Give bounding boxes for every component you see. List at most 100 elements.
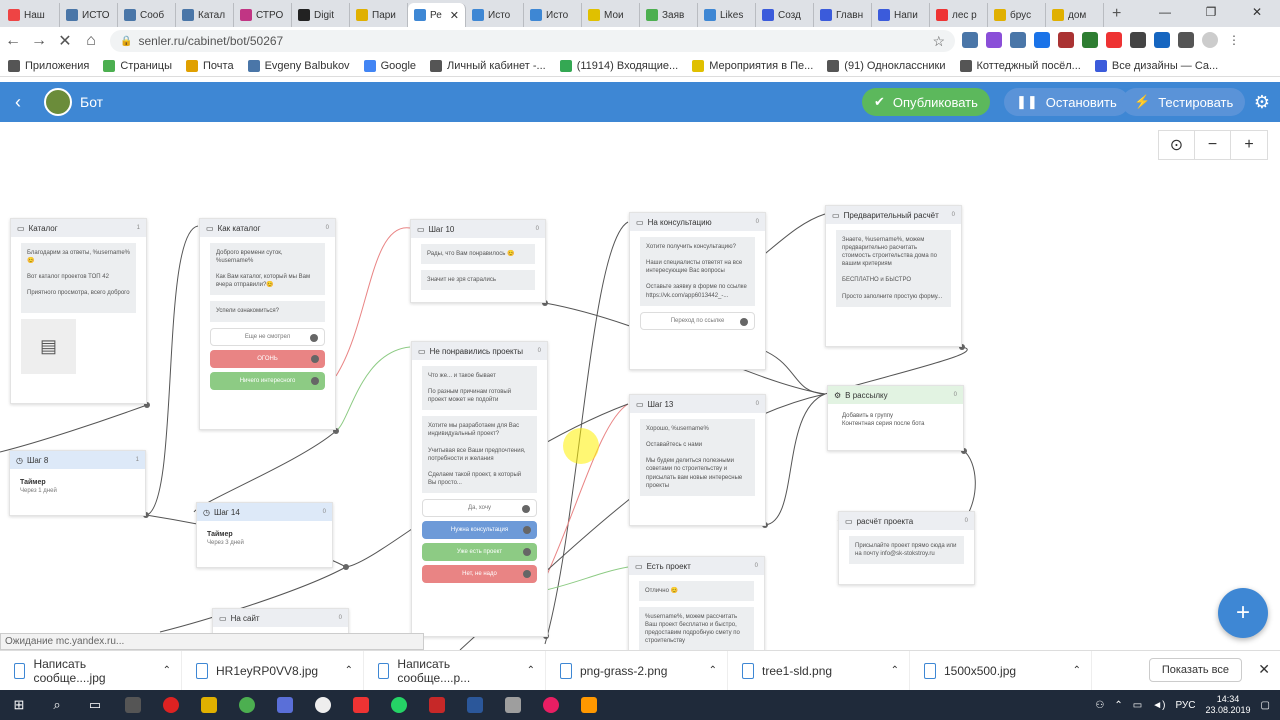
- browser-tab[interactable]: ИСТО: [60, 3, 118, 27]
- language-indicator[interactable]: РУС: [1175, 700, 1195, 711]
- bookmark-item[interactable]: Почта: [186, 59, 234, 72]
- browser-tab[interactable]: Напи: [872, 3, 930, 27]
- back-arrow-icon[interactable]: ‹: [0, 92, 36, 113]
- browser-tab[interactable]: Digit: [292, 3, 350, 27]
- chrome-icon[interactable]: [228, 690, 266, 720]
- download-item[interactable]: png-grass-2.png ⌃: [546, 650, 728, 691]
- clock[interactable]: 14:34 23.08.2019: [1206, 694, 1251, 716]
- bookmark-item[interactable]: Приложения: [8, 59, 89, 72]
- connector-dot[interactable]: [740, 317, 748, 326]
- stop-button[interactable]: ❚❚ Остановить: [1004, 88, 1129, 116]
- browser-tab[interactable]: Созд: [756, 3, 814, 27]
- browser-tab[interactable]: Likes: [698, 3, 756, 27]
- bookmark-item[interactable]: Google: [363, 59, 416, 72]
- node-step-13[interactable]: ▭ Шаг 13 0 Хорошо, %username% Оставайтесь …: [629, 394, 766, 526]
- browser-tab[interactable]: Сооб: [118, 3, 176, 27]
- browser-tab[interactable]: брус: [988, 3, 1046, 27]
- zoom-out-icon[interactable]: −: [1195, 131, 1231, 159]
- chevron-up-icon[interactable]: ⌃: [709, 665, 717, 676]
- people-icon[interactable]: ⚇: [1095, 700, 1104, 711]
- yandex-extension-icon[interactable]: [1106, 32, 1122, 48]
- maximize-icon[interactable]: ❐: [1188, 0, 1234, 24]
- yandex-browser-icon[interactable]: [304, 690, 342, 720]
- yandex-icon[interactable]: [342, 690, 380, 720]
- pin-icon[interactable]: [494, 690, 532, 720]
- center-icon[interactable]: ⊙: [1159, 131, 1195, 159]
- shield-extension-icon[interactable]: [1034, 32, 1050, 48]
- cart-extension-icon[interactable]: [1154, 32, 1170, 48]
- zoom-in-icon[interactable]: +: [1231, 131, 1267, 159]
- browser-tab[interactable]: Главн: [814, 3, 872, 27]
- connector-dot[interactable]: [311, 354, 319, 363]
- download-item[interactable]: 1500x500.jpg ⌃: [910, 650, 1092, 691]
- bookmark-item[interactable]: Мероприятия в Пе...: [692, 59, 813, 72]
- browser-tab[interactable]: Заяв: [640, 3, 698, 27]
- choice-button[interactable]: ОГОНЬ: [210, 349, 325, 368]
- close-downloads-icon[interactable]: ✕: [1258, 661, 1270, 678]
- url-field[interactable]: 🔒 senler.ru/cabinet/bot/50267 ☆: [110, 30, 955, 52]
- node-step-8[interactable]: ◷ Шаг 8 1 Таймер Через 1 дней: [9, 450, 146, 516]
- task-view-icon[interactable]: ▭: [76, 690, 114, 720]
- connector-dot[interactable]: [311, 376, 319, 385]
- browser-tab[interactable]: Исто: [524, 3, 582, 27]
- eye-extension-icon[interactable]: [1130, 32, 1146, 48]
- chevron-up-icon[interactable]: ⌃: [527, 665, 535, 676]
- close-window-icon[interactable]: ✕: [1234, 0, 1280, 24]
- connector-dot[interactable]: [523, 570, 531, 579]
- choice-button[interactable]: Переход по ссылке: [640, 311, 755, 330]
- save-icon[interactable]: [266, 690, 304, 720]
- publish-button[interactable]: ✔ Опубликовать: [862, 88, 990, 116]
- node-mailing[interactable]: ⚙ В рассылку 0 Добавить в группу Контентна…: [827, 385, 964, 451]
- flow-canvas[interactable]: ⊙ − + ▭ Каталог 1 Благодарим за ответы, %u…: [0, 122, 1280, 650]
- browser-tab[interactable]: Мои: [582, 3, 640, 27]
- connector-dot[interactable]: [523, 526, 531, 535]
- notification-icon[interactable]: ▢: [1261, 700, 1270, 711]
- browser-tab[interactable]: Пари: [350, 3, 408, 27]
- choice-button[interactable]: Ничего интересного: [210, 371, 325, 390]
- bookmark-item[interactable]: Страницы: [103, 59, 172, 72]
- chevron-up-icon[interactable]: ⌃: [163, 665, 171, 676]
- download-item[interactable]: tree1-sld.png ⌃: [728, 650, 910, 691]
- search-icon[interactable]: ⌕: [38, 690, 76, 720]
- bookmark-item[interactable]: (11914) Входящие...: [559, 59, 678, 72]
- minimize-icon[interactable]: —: [1142, 0, 1188, 24]
- home-icon[interactable]: ⌂: [78, 32, 104, 50]
- whatsapp-icon[interactable]: [380, 690, 418, 720]
- profile-avatar[interactable]: [1202, 32, 1218, 48]
- node-not-liked[interactable]: ▭ Не понравились проекты 0 Что же... и так…: [411, 341, 548, 637]
- connector-dot[interactable]: [310, 333, 318, 342]
- stop-icon[interactable]: ✕: [52, 31, 78, 51]
- vk2-extension-icon[interactable]: [1010, 32, 1026, 48]
- network-icon[interactable]: ▭: [1133, 700, 1142, 711]
- bookmark-item[interactable]: (91) Одноклассники: [827, 59, 946, 72]
- node-preliminary-calc[interactable]: ▭ Предварительный расчёт 0 Знаете, %userna…: [825, 205, 962, 347]
- download-extension-icon[interactable]: [1082, 32, 1098, 48]
- media-icon[interactable]: [570, 690, 608, 720]
- chevron-up-icon[interactable]: ⌃: [1073, 665, 1081, 676]
- bookmark-item[interactable]: Evgeny Balbukov: [247, 59, 350, 72]
- windows-start-icon[interactable]: ⊞: [0, 690, 38, 720]
- choice-button[interactable]: Да, хочу: [422, 499, 537, 518]
- pdf-icon[interactable]: [418, 690, 456, 720]
- choice-button[interactable]: Нужна консультация: [422, 521, 537, 540]
- browser-tab[interactable]: СТРО: [234, 3, 292, 27]
- download-item[interactable]: Написать сообще....p... ⌃: [364, 650, 546, 691]
- pen-extension-icon[interactable]: [986, 32, 1002, 48]
- browser-tab[interactable]: Ре ✕: [408, 3, 466, 27]
- connector-dot[interactable]: [522, 505, 530, 514]
- browser-tab[interactable]: Катал: [176, 3, 234, 27]
- opera-icon[interactable]: [152, 690, 190, 720]
- node-has-project[interactable]: ▭ Есть проект 0 Отлично 😊 %username%, може…: [628, 556, 765, 650]
- test-button[interactable]: ⚡ Тестировать: [1122, 88, 1246, 116]
- puzzle-extension-icon[interactable]: [1178, 32, 1194, 48]
- chevron-up-icon[interactable]: ⌃: [1114, 700, 1122, 711]
- add-node-button[interactable]: +: [1218, 588, 1268, 638]
- browser-tab[interactable]: дом: [1046, 3, 1104, 27]
- download-item[interactable]: Написать сообще....jpg ⌃: [0, 650, 182, 691]
- show-all-button[interactable]: Показать все: [1148, 658, 1242, 682]
- app-icon[interactable]: [532, 690, 570, 720]
- node-how-catalog[interactable]: ▭ Как каталог 0 Доброго времени суток, %us…: [199, 218, 336, 430]
- chevron-up-icon[interactable]: ⌃: [891, 665, 899, 676]
- settings-gear-icon[interactable]: ⚙: [1254, 92, 1270, 113]
- explorer-icon[interactable]: [190, 690, 228, 720]
